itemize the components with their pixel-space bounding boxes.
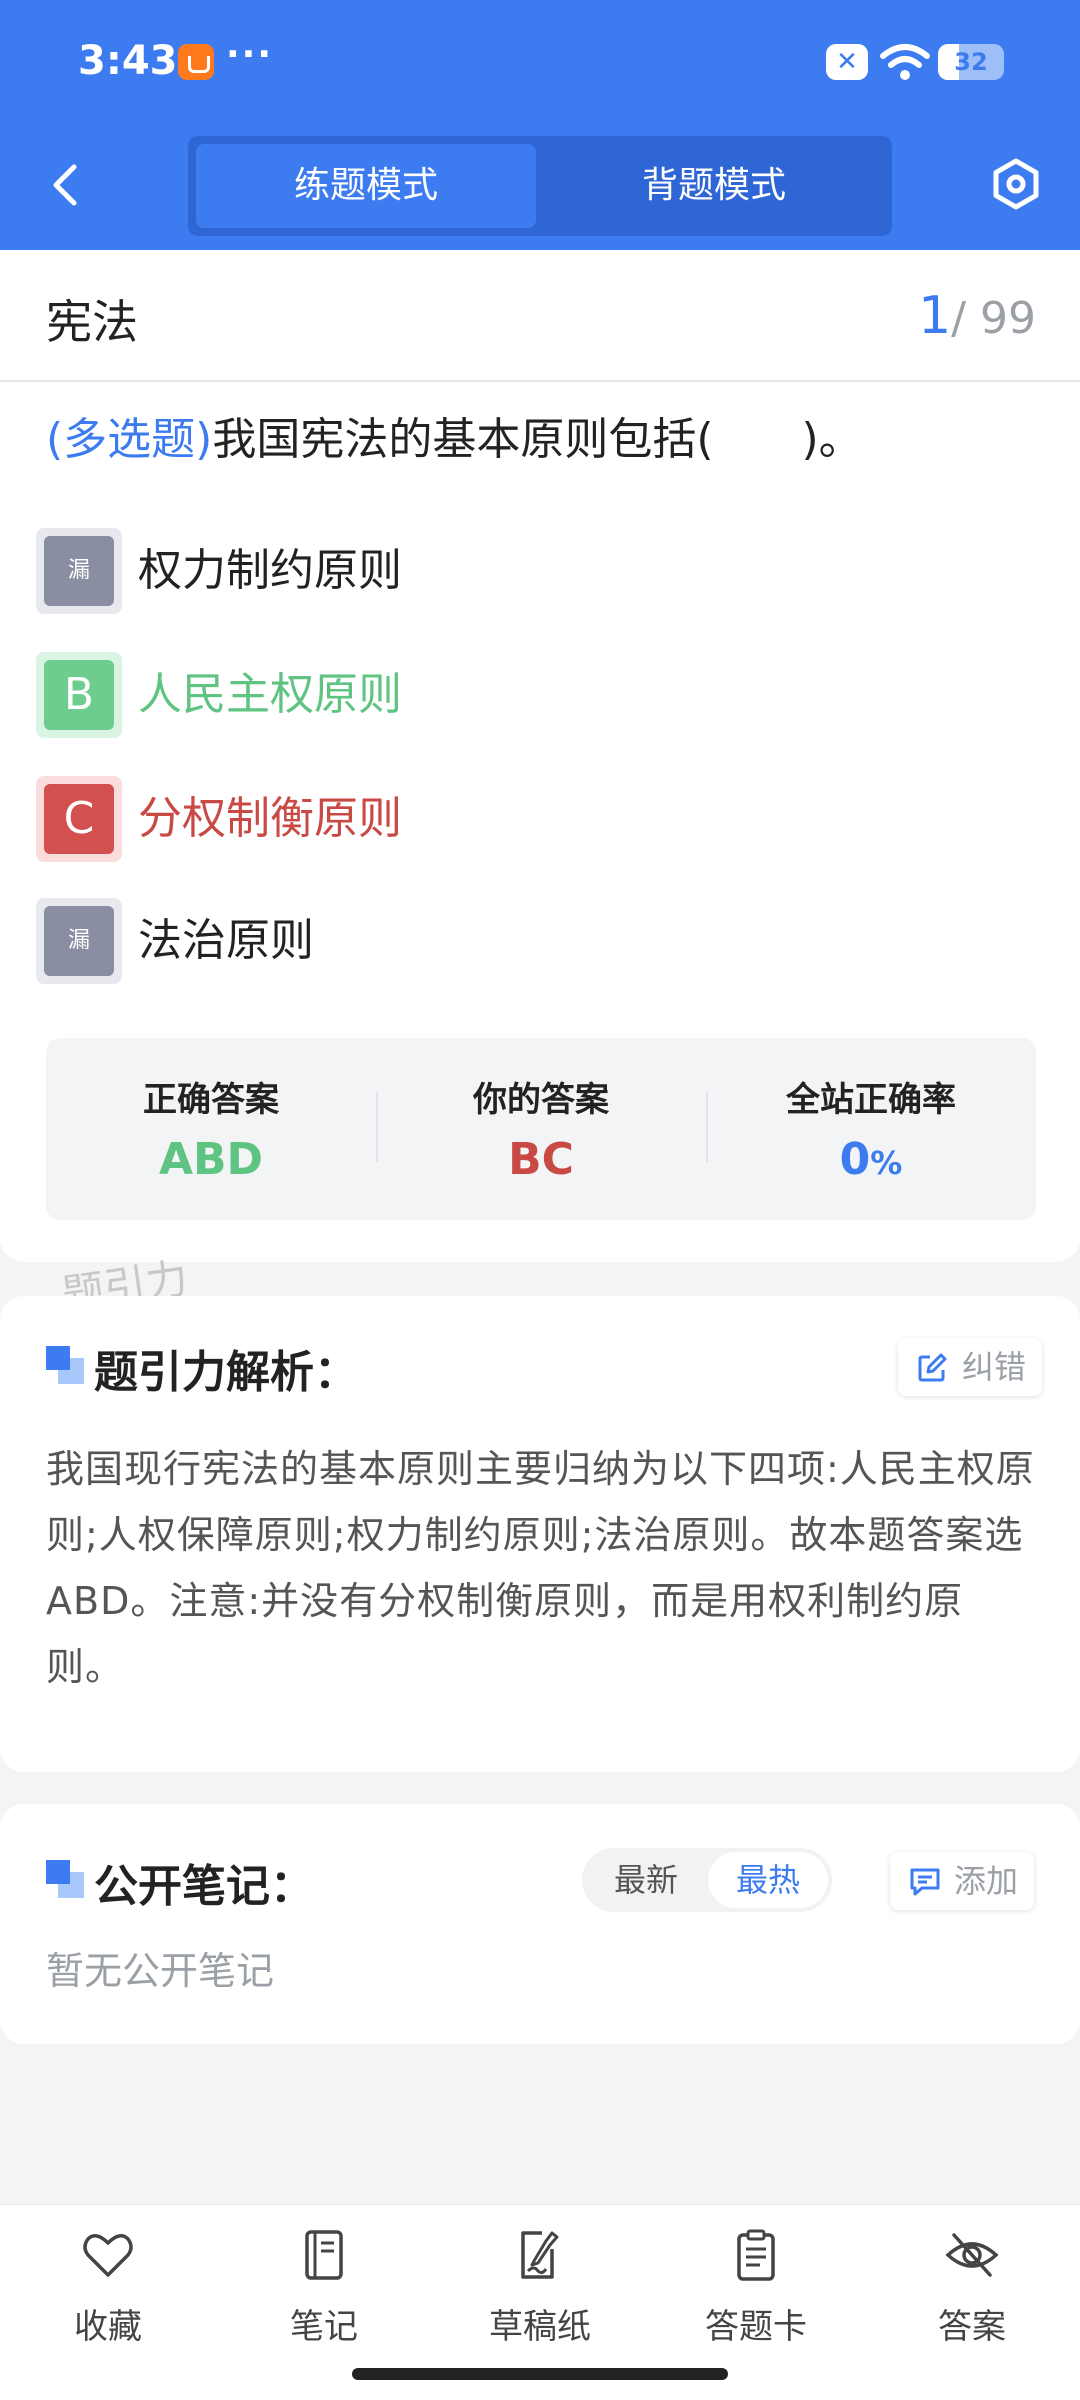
current-question-number: 1 [918,286,952,346]
correct-answer: 正确答案 ABD [143,1080,279,1185]
option-text: 法治原则 [138,915,314,966]
sort-hot[interactable]: 最热 [708,1852,828,1908]
section-icon [46,1346,84,1384]
comment-icon [910,1868,940,1896]
analysis-card: 题引力解析： 纠错 我国现行宪法的基本原则主要归纳为以下四项:人民主权原则;人权… [0,1296,1080,1772]
nav-scratch-paper[interactable]: 草稿纸 [450,2227,630,2357]
question-stem: (多选题)我国宪法的基本原则包括( )。 [46,410,1046,470]
report-error-button[interactable]: 纠错 [898,1338,1043,1396]
wifi-icon [880,44,930,80]
site-accuracy: 全站正确率 0% [786,1080,956,1185]
nav-answer[interactable]: 答案 [882,2227,1062,2357]
question-card: 宪法 1/ 99 (多选题)我国宪法的基本原则包括( )。 漏 权力制约原则 B… [0,250,1080,1262]
no-sim-icon: ✕ [826,44,868,80]
status-time: 3:43 [78,38,178,84]
option-a[interactable]: 漏 权力制约原则 [36,528,936,616]
subject-title: 宪法 [46,295,138,349]
add-note-button[interactable]: 添加 [890,1852,1035,1910]
public-notes-card: 公开笔记： 最新 最热 添加 暂无公开笔记 [0,1804,1080,2044]
answer-summary: 正确答案 ABD 你的答案 BC 全站正确率 0% [46,1038,1036,1220]
question-type: (多选题) [46,414,213,465]
your-answer: 你的答案 BC [473,1080,609,1185]
option-text: 权力制约原则 [138,545,402,596]
option-badge: 漏 [36,898,122,984]
total-questions: / 99 [951,293,1036,344]
back-arrow-icon[interactable] [40,155,90,215]
option-c[interactable]: C 分权制衡原则 [36,776,936,864]
analysis-text: 我国现行宪法的基本原则主要归纳为以下四项:人民主权原则;人权保障原则;权力制约原… [46,1447,1035,1689]
option-badge: B [36,652,122,738]
notebook-icon [305,2230,343,2280]
draft-icon [521,2231,559,2279]
tab-memorize-mode[interactable]: 背题模式 [544,144,884,228]
battery-level: 32 [954,48,988,76]
heart-icon [83,2234,133,2277]
shopping-app-icon [178,44,214,80]
nav-notes[interactable]: 笔记 [234,2227,414,2357]
option-badge: 漏 [36,528,122,614]
battery-icon: 32 [938,44,1004,80]
status-bar: 3:43 ··· ✕ 32 [0,0,1080,125]
notes-sort-toggle: 最新 最热 [582,1848,832,1912]
notes-title: 公开笔记： [94,1861,314,1912]
option-d[interactable]: 漏 法治原则 [36,898,936,986]
home-indicator [352,2368,728,2380]
divider [0,380,1080,382]
edit-icon [918,1353,947,1382]
eye-off-icon [945,2233,999,2277]
analysis-title: 题引力解析： [94,1347,358,1398]
top-app-bar: 3:43 ··· ✕ 32 练题模式 背题模式 [0,0,1080,250]
tab-practice-mode[interactable]: 练题模式 [196,144,536,228]
more-notifications-icon: ··· [226,34,274,75]
mode-switch: 练题模式 背题模式 [188,136,892,236]
section-icon [46,1860,84,1898]
option-badge: C [36,776,122,862]
clipboard-icon [737,2229,775,2281]
option-text: 分权制衡原则 [138,793,402,844]
option-b[interactable]: B 人民主权原则 [36,652,936,740]
option-text: 人民主权原则 [138,669,402,720]
nav-favorite[interactable]: 收藏 [18,2227,198,2357]
nav-answer-sheet[interactable]: 答题卡 [666,2227,846,2357]
question-text: 我国宪法的基本原则包括( )。 [212,414,863,465]
question-progress: 1/ 99 [918,286,1036,346]
sort-latest[interactable]: 最新 [586,1852,706,1908]
settings-hexagon-icon[interactable] [988,156,1044,212]
empty-notes-text: 暂无公开笔记 [46,1949,275,1993]
